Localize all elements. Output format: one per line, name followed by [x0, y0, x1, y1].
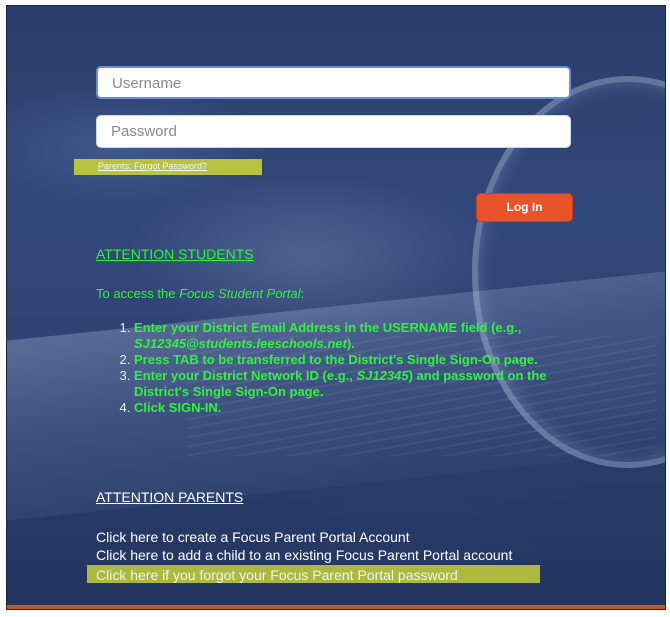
bottom-accent-bar: [7, 605, 665, 609]
attention-students-heading[interactable]: ATTENTION STUDENTS: [96, 246, 254, 262]
student-portal-instructions: To access the Focus Student Portal:: [96, 286, 304, 301]
parents-forgot-password-link[interactable]: Parents: Forgot Password?: [98, 161, 207, 171]
password-input[interactable]: Password: [96, 115, 571, 148]
step-item: Enter your District Network ID (e.g., SJ…: [134, 368, 604, 400]
step-example: SJ12345: [356, 368, 409, 383]
step-text: Enter your District Network ID (e.g.,: [134, 368, 357, 383]
step-text: Enter your District Email Address in the…: [134, 320, 522, 335]
step-item: Press TAB to be transferred to the Distr…: [134, 352, 604, 368]
intro-portal-name: Focus Student Portal: [179, 286, 301, 301]
log-in-button[interactable]: Log In: [476, 193, 573, 222]
step-text: Click SIGN-IN.: [134, 400, 222, 415]
step-text: Press TAB to be transferred to the Distr…: [134, 352, 538, 367]
intro-suffix: :: [300, 286, 305, 301]
forgot-parent-password-link[interactable]: Click here if you forgot your Focus Pare…: [96, 567, 458, 583]
add-child-link[interactable]: Click here to add a child to an existing…: [96, 547, 512, 563]
step-item: Enter your District Email Address in the…: [134, 320, 604, 352]
student-steps-list: Enter your District Email Address in the…: [110, 320, 604, 416]
step-item: Click SIGN-IN.: [134, 400, 604, 416]
attention-parents-heading[interactable]: ATTENTION PARENTS: [96, 489, 243, 505]
username-input[interactable]: Username: [96, 66, 571, 99]
intro-prefix: To access the: [96, 286, 180, 301]
create-parent-account-link[interactable]: Click here to create a Focus Parent Port…: [96, 529, 410, 545]
step-example: SJ12345@students.leeschools.net: [134, 336, 347, 351]
step-text-end: ).: [346, 336, 355, 351]
